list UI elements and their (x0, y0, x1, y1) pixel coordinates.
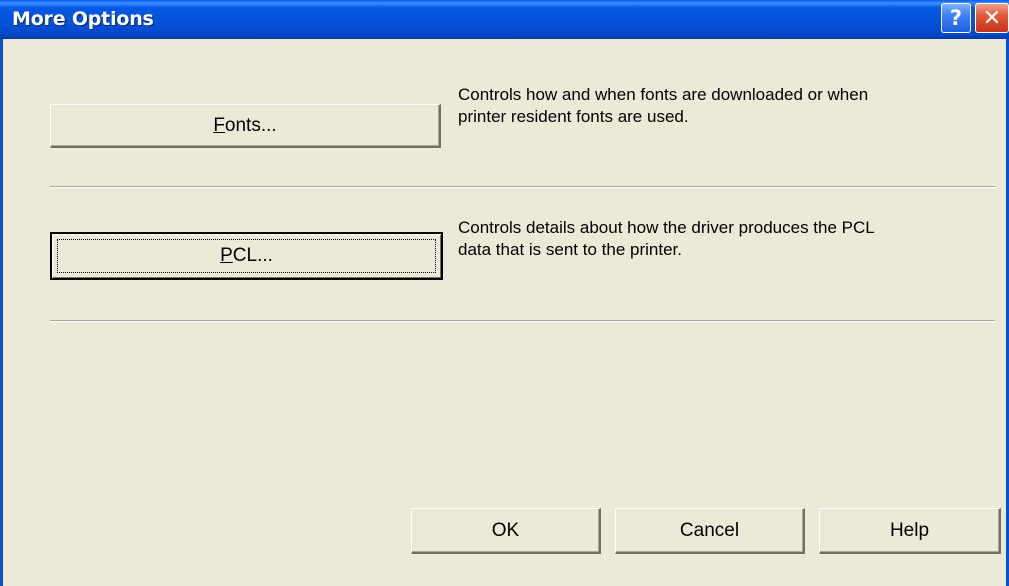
pcl-description-line2: data that is sent to the printer. (458, 240, 682, 259)
help-button[interactable]: Help (819, 508, 1001, 554)
pcl-button-label: PCL... (220, 245, 273, 266)
separator-2 (50, 320, 995, 322)
window-frame-left (0, 39, 3, 586)
close-glyph: ✕ (982, 5, 1002, 31)
cancel-button[interactable]: Cancel (615, 508, 805, 554)
pcl-mnemonic: P (220, 245, 233, 266)
help-question-icon[interactable]: ? (941, 3, 971, 33)
pcl-button[interactable]: PCL... (50, 232, 443, 280)
close-icon[interactable]: ✕ (975, 3, 1009, 33)
fonts-description-line2: printer resident fonts are used. (458, 107, 689, 126)
ok-button[interactable]: OK (411, 508, 601, 554)
help-button-label: Help (889, 519, 930, 541)
pcl-description: Controls details about how the driver pr… (458, 217, 1003, 261)
fonts-mnemonic: F (213, 114, 225, 136)
window-title: More Options (12, 8, 154, 30)
fonts-description-line1: Controls how and when fonts are download… (458, 85, 869, 104)
fonts-description: Controls how and when fonts are download… (458, 84, 1003, 128)
fonts-button-label: Fonts... (213, 114, 277, 136)
pcl-description-line1: Controls details about how the driver pr… (458, 218, 875, 237)
help-glyph: ? (949, 6, 963, 30)
cancel-button-label: Cancel (679, 519, 740, 541)
fonts-button[interactable]: Fonts... (50, 104, 441, 148)
ok-button-label: OK (491, 519, 520, 541)
more-options-dialog: More Options ? ✕ Fonts... Controls how a… (0, 0, 1009, 586)
separator-1 (50, 186, 995, 188)
title-bar[interactable]: More Options ? ✕ (0, 0, 1009, 39)
